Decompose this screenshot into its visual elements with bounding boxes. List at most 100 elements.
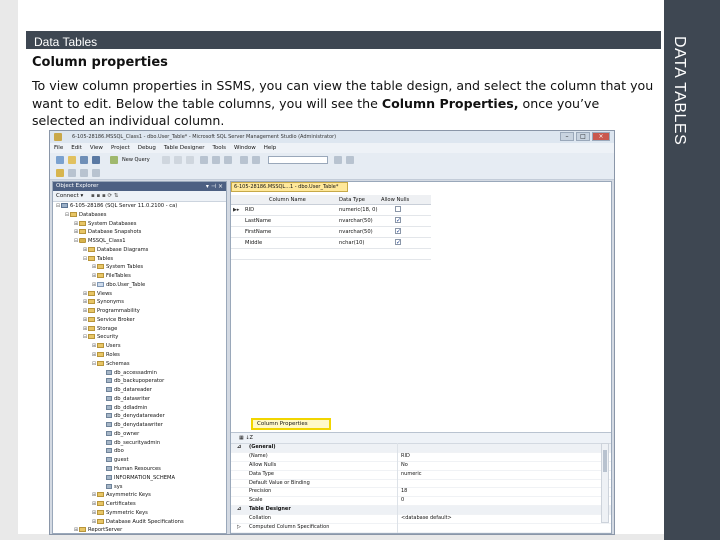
new-query-button[interactable]: New Query — [122, 157, 150, 163]
menu-item-project[interactable]: Project — [107, 143, 134, 153]
tree-node[interactable]: ⊞ dbo.User_Table — [53, 281, 226, 290]
data-type-cell[interactable]: nchar(10) — [339, 240, 364, 246]
property-category[interactable]: ⊿ (General) — [231, 444, 611, 453]
new-project-icon[interactable] — [56, 156, 64, 164]
tree-node[interactable]: db_datareader — [53, 386, 226, 395]
cut-icon[interactable] — [200, 156, 208, 164]
save-all-icon[interactable] — [92, 156, 100, 164]
tree-node[interactable]: db_datawriter — [53, 395, 226, 404]
tree-node[interactable]: ⊞ ReportServer — [53, 526, 226, 533]
column-name-cell[interactable]: FirstName — [245, 229, 271, 235]
table-row[interactable]: Middle nchar(10) ✓ — [231, 238, 431, 249]
property-expand-icon[interactable]: ⊿ — [237, 444, 241, 452]
tree-node[interactable]: db_ddladmin — [53, 404, 226, 413]
menu-item-window[interactable]: Window — [230, 143, 260, 153]
property-value[interactable]: numeric — [401, 471, 421, 479]
tree-node[interactable]: ⊟ Schemas — [53, 360, 226, 369]
menu-item-view[interactable]: View — [86, 143, 107, 153]
property-value[interactable]: numeric(18, 0) — [401, 533, 438, 534]
tree-node[interactable]: db_securityadmin — [53, 439, 226, 448]
tree-node[interactable]: ⊞ Synonyms — [53, 298, 226, 307]
tree-node[interactable]: db_owner — [53, 430, 226, 439]
tree-node[interactable]: ⊞ System Tables — [53, 263, 226, 272]
property-row[interactable]: Collation <database default> — [231, 515, 611, 525]
menu-item-file[interactable]: File — [50, 143, 67, 153]
property-category[interactable]: ⊿ Table Designer — [231, 506, 611, 516]
tree-node[interactable]: ⊞ Storage — [53, 325, 226, 334]
toolbox-icon[interactable] — [346, 156, 354, 164]
data-type-cell[interactable]: nvarchar(50) — [339, 229, 373, 235]
close-button[interactable]: × — [592, 132, 610, 141]
paste-icon[interactable] — [224, 156, 232, 164]
tree-node[interactable]: db_accessadmin — [53, 369, 226, 378]
check-constraints-icon[interactable] — [92, 169, 100, 177]
allow-nulls-checkbox[interactable]: ✓ — [395, 239, 401, 246]
property-row[interactable]: Data Type numeric — [231, 471, 611, 480]
grid-empty-row[interactable] — [231, 249, 431, 260]
column-properties-tab[interactable]: Column Properties — [251, 418, 331, 430]
table-row[interactable]: FirstName nvarchar(50) ✓ — [231, 227, 431, 238]
tree-node[interactable]: ⊟ Security — [53, 333, 226, 342]
property-expand-icon[interactable]: ▷ — [237, 524, 241, 532]
tree-node[interactable]: db_denydatareader — [53, 412, 226, 421]
property-row[interactable]: ▷ Computed Column Specification — [231, 524, 611, 533]
tree-node[interactable]: ⊞ Roles — [53, 351, 226, 360]
property-row[interactable]: (Name) RID — [231, 453, 611, 462]
column-name-cell[interactable]: Middle — [245, 240, 262, 246]
allow-nulls-checkbox[interactable] — [395, 206, 401, 212]
tree-node[interactable]: ⊞ Users — [53, 342, 226, 351]
tree-node[interactable]: ⊞ Database Snapshots — [53, 228, 226, 237]
query-icon[interactable] — [162, 156, 170, 164]
tree-node[interactable]: ⊟ MSSQL_Class1 — [53, 237, 226, 246]
tree-node[interactable]: ⊞ Symmetric Keys — [53, 509, 226, 518]
oe-tool-icons[interactable]: ▪ ▪ ▪ ⟳ ⇅ — [91, 193, 118, 199]
menu-item-edit[interactable]: Edit — [67, 143, 86, 153]
property-row[interactable]: Allow Nulls No — [231, 462, 611, 471]
tree-node[interactable]: dbo — [53, 447, 226, 456]
table-row[interactable]: ▶▸ RID numeric(18, 0) — [231, 205, 431, 216]
maximize-button[interactable]: □ — [576, 132, 590, 141]
data-type-cell[interactable]: nvarchar(50) — [339, 218, 373, 224]
column-name-cell[interactable]: RID — [245, 207, 254, 213]
tree-node[interactable]: ⊟ Databases — [53, 211, 226, 220]
tree-node[interactable]: ⊟ Tables — [53, 255, 226, 264]
tree-node[interactable]: ⊞ Programmability — [53, 307, 226, 316]
pin-close-icons[interactable]: ▾ ⊣ × — [206, 182, 223, 191]
copy-icon[interactable] — [212, 156, 220, 164]
undo-icon[interactable] — [240, 156, 248, 164]
property-value[interactable]: No — [401, 462, 408, 470]
tree-node[interactable]: sys — [53, 483, 226, 492]
tree-node[interactable]: ⊞ Asymmetric Keys — [53, 491, 226, 500]
query-icon-2[interactable] — [174, 156, 182, 164]
menu-item-table-designer[interactable]: Table Designer — [160, 143, 209, 153]
properties-scrollbar[interactable] — [601, 443, 609, 523]
tree-node[interactable]: ⊟ 6-105-28186 (SQL Server 11.0.2100 - ca) — [53, 202, 226, 211]
property-value[interactable]: RID — [401, 453, 410, 461]
tree-node[interactable]: ⊞ Database Audit Specifications — [53, 518, 226, 527]
tree-node[interactable]: ⊞ FileTables — [53, 272, 226, 281]
property-value[interactable]: 0 — [401, 497, 404, 505]
tree-node[interactable]: ⊞ Service Broker — [53, 316, 226, 325]
minimize-button[interactable]: – — [560, 132, 574, 141]
tree-node[interactable]: db_backupoperator — [53, 377, 226, 386]
set-primary-key-icon[interactable] — [56, 169, 64, 177]
query-icon-3[interactable] — [186, 156, 194, 164]
open-file-icon[interactable] — [68, 156, 76, 164]
property-row[interactable]: Precision 18 — [231, 488, 611, 498]
allow-nulls-checkbox[interactable]: ✓ — [395, 228, 401, 235]
tree-node[interactable]: db_denydatawriter — [53, 421, 226, 430]
property-expand-icon[interactable]: ⊿ — [237, 506, 241, 514]
table-row[interactable]: LastName nvarchar(50) ✓ — [231, 216, 431, 227]
connect-button[interactable]: Connect ▾ — [56, 193, 83, 199]
property-value[interactable]: <database default> — [401, 515, 452, 523]
menu-item-tools[interactable]: Tools — [208, 143, 230, 153]
property-row[interactable]: Scale 0 — [231, 497, 611, 507]
menu-item-debug[interactable]: Debug — [134, 143, 160, 153]
relationships-icon[interactable] — [68, 169, 76, 177]
new-query-icon[interactable] — [110, 156, 118, 164]
document-tab[interactable]: 6-105-28186.MSSQL...1 - dbo.User_Table* — [231, 182, 348, 192]
tree-node[interactable]: ⊞ System Databases — [53, 220, 226, 229]
property-value[interactable]: 18 — [401, 488, 407, 496]
sort-icons[interactable]: ▦ ↓Z — [239, 435, 253, 441]
column-name-cell[interactable]: LastName — [245, 218, 271, 224]
